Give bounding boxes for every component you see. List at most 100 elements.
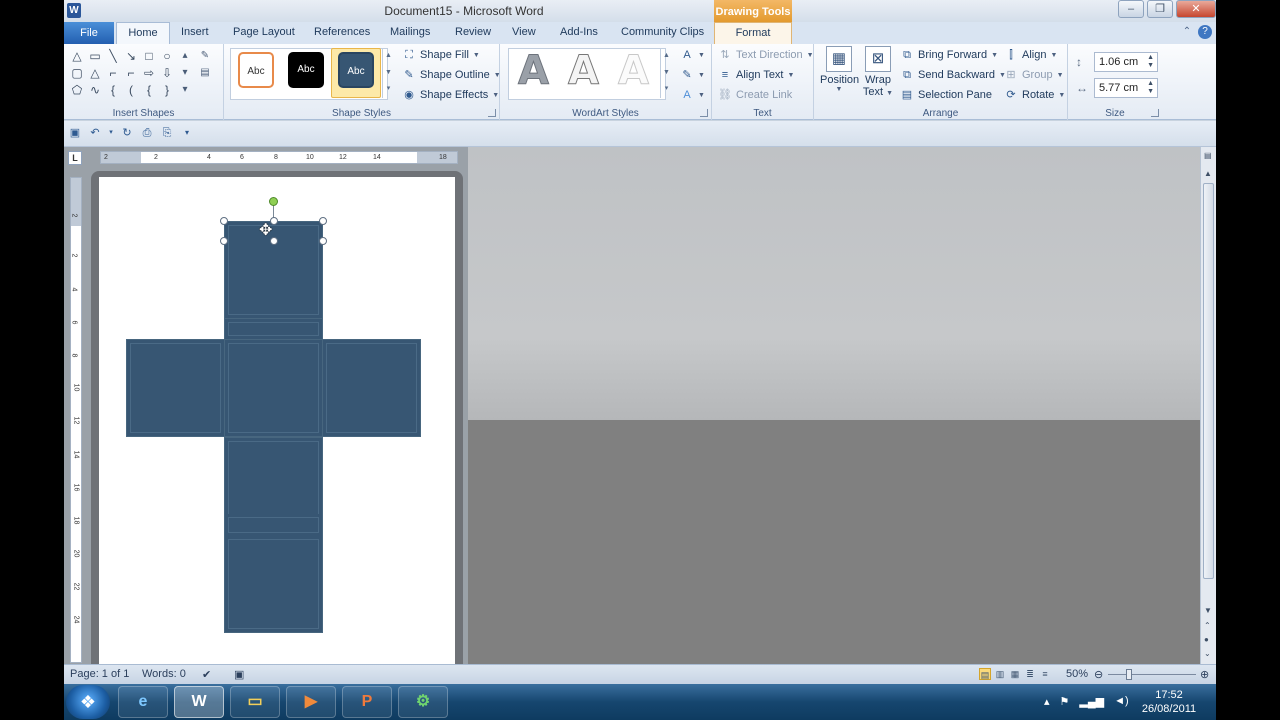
wordart-style-outline[interactable]: A (568, 48, 600, 95)
shape-height-field[interactable]: 1.06 cm ▲ ▼ (1094, 52, 1158, 72)
outline-icon[interactable]: ≣ (1024, 668, 1036, 680)
tab-file[interactable]: File (64, 22, 114, 44)
send-backward-button[interactable]: ⧉ Send Backward ▼ (900, 66, 1006, 84)
resize-handle-ne[interactable] (319, 217, 327, 225)
shape-icon[interactable]: ↘ (122, 48, 140, 65)
volume-icon[interactable]: ◄) (1114, 695, 1129, 708)
more-icon[interactable]: ▾ (661, 81, 672, 98)
show-hidden-icons-icon[interactable]: ▴ (1044, 695, 1050, 708)
close-button[interactable]: ✕ (1176, 0, 1216, 18)
align-text-button[interactable]: ≡ Align Text ▼ (718, 66, 795, 84)
style-orange-outline[interactable]: Abc (238, 52, 274, 88)
text-outline-button[interactable]: ✎ ▼ (680, 66, 705, 84)
edit-shape-icon[interactable]: ✎ (198, 48, 212, 64)
bring-forward-button[interactable]: ⧉ Bring Forward ▼ (900, 46, 998, 64)
tab-page-layout[interactable]: Page Layout (233, 26, 295, 38)
undo-icon[interactable]: ↶ (88, 126, 102, 140)
cube-face-left[interactable] (126, 339, 225, 437)
customize-toolbar-icon[interactable]: ▾ (180, 126, 194, 140)
save-icon[interactable]: ▣ (68, 126, 82, 140)
tab-selector[interactable]: L (68, 151, 82, 165)
tab-format[interactable]: Format (714, 22, 792, 44)
zoom-level[interactable]: 50% (1066, 668, 1088, 680)
height-spinner[interactable]: ▲ ▼ (1147, 54, 1154, 70)
cube-face-top[interactable] (224, 221, 323, 319)
shape-icon[interactable]: △ (68, 48, 86, 65)
internet-explorer-icon[interactable]: e (118, 686, 168, 718)
action-center-flag-icon[interactable]: ⚑ (1060, 695, 1070, 708)
scroll-down-icon[interactable]: ▼ (1204, 606, 1212, 615)
vertical-scrollbar[interactable]: ▤ ▲ ▼ ⌃ ● ⌄ (1200, 147, 1216, 664)
minimize-ribbon-icon[interactable]: ⌃ (1180, 25, 1194, 39)
select-browse-object-icon[interactable]: ● (1204, 635, 1209, 644)
next-page-icon[interactable]: ⌄ (1204, 649, 1211, 658)
cube-face-center[interactable] (224, 339, 323, 437)
text-effects-button[interactable]: A ▼ (680, 86, 705, 104)
network-app-icon[interactable]: ⚙ (398, 686, 448, 718)
tab-references[interactable]: References (314, 26, 370, 38)
tab-review[interactable]: Review (455, 26, 491, 38)
tab-community-clips[interactable]: Community Clips (621, 26, 704, 38)
group-button[interactable]: ⊞ Group ▼ (1004, 66, 1063, 84)
shape-icon[interactable]: { (104, 82, 122, 99)
shape-icon[interactable]: ⌐ (122, 65, 140, 82)
scroll-down-icon[interactable]: ▾ (178, 65, 192, 81)
shape-width-field[interactable]: 5.77 cm ▲ ▼ (1094, 78, 1158, 98)
help-icon[interactable]: ? (1198, 25, 1212, 39)
proofing-icon[interactable]: ✔ (202, 668, 211, 681)
shape-icon[interactable]: ▭ (86, 48, 104, 65)
print-preview-icon[interactable]: ⎙ (140, 126, 154, 140)
rotation-handle[interactable] (269, 197, 278, 206)
shape-icon[interactable]: ⇩ (158, 65, 176, 82)
media-player-icon[interactable]: ▶ (286, 686, 336, 718)
powerpoint-icon[interactable]: P (342, 686, 392, 718)
shape-icon[interactable]: ╲ (104, 48, 122, 65)
scroll-down-icon[interactable]: ▼ (661, 65, 672, 82)
zoom-in-icon[interactable]: ⊕ (1200, 668, 1209, 681)
cube-face-right[interactable] (322, 339, 421, 437)
text-fill-button[interactable]: A ▼ (680, 46, 705, 64)
zoom-slider[interactable] (1108, 674, 1196, 675)
zoom-out-icon[interactable]: ⊖ (1094, 668, 1103, 681)
draft-icon[interactable]: ≡ (1039, 668, 1051, 680)
shape-icon[interactable]: △ (86, 65, 104, 82)
resize-handle-se[interactable] (319, 237, 327, 245)
folder-icon[interactable]: ▭ (230, 686, 280, 718)
shape-icon[interactable]: ⌐ (104, 65, 122, 82)
shape-icon[interactable]: } (158, 82, 176, 99)
page-count[interactable]: Page: 1 of 1 (70, 668, 129, 680)
ruler-toggle-icon[interactable]: ▤ (1204, 151, 1212, 160)
shape-styles-launcher[interactable] (488, 109, 496, 117)
previous-page-icon[interactable]: ⌃ (1204, 621, 1211, 630)
shape-icon[interactable]: ⬠ (68, 82, 86, 99)
shape-fill-button[interactable]: ⛶ Shape Fill ▼ (402, 46, 480, 64)
document-page[interactable]: ✥ (99, 177, 455, 664)
align-button[interactable]: ⫿ Align ▼ (1004, 46, 1057, 64)
style-black-fill[interactable]: Abc (288, 52, 324, 88)
width-spinner[interactable]: ▲ ▼ (1147, 80, 1154, 96)
wordart-style-gray[interactable]: A (518, 48, 550, 95)
position-button[interactable]: ▦ Position ▼ (820, 46, 859, 93)
maximize-button[interactable]: ❐ (1147, 0, 1173, 18)
shape-icon[interactable]: □ (140, 48, 158, 65)
quick-print-icon[interactable]: ⎘ (160, 126, 174, 140)
shape-icon[interactable]: ∿ (86, 82, 104, 99)
shape-icon[interactable]: { (140, 82, 158, 99)
tab-home[interactable]: Home (116, 22, 170, 44)
undo-dropdown-icon[interactable]: ▾ (108, 126, 114, 140)
size-launcher[interactable] (1151, 109, 1159, 117)
tab-insert[interactable]: Insert (181, 26, 209, 38)
shape-effects-button[interactable]: ◉ Shape Effects ▼ (402, 86, 499, 104)
tab-view[interactable]: View (512, 26, 536, 38)
scroll-up-icon[interactable]: ▲ (661, 48, 672, 65)
vertical-ruler[interactable]: 2 2 4 6 8 10 12 14 16 18 20 22 24 (70, 177, 82, 663)
horizontal-ruler[interactable]: 2 2 4 6 8 10 12 14 18 (100, 151, 458, 164)
tab-add-ins[interactable]: Add-Ins (560, 26, 598, 38)
shape-icon[interactable]: ⇨ (140, 65, 158, 82)
shape-outline-button[interactable]: ✎ Shape Outline ▼ (402, 66, 500, 84)
shape-icon[interactable]: ▢ (68, 65, 86, 82)
rotate-button[interactable]: ⟳ Rotate ▼ (1004, 86, 1065, 104)
tab-mailings[interactable]: Mailings (390, 26, 430, 38)
word-count[interactable]: Words: 0 (142, 668, 186, 680)
macro-icon[interactable]: ▣ (234, 668, 244, 681)
